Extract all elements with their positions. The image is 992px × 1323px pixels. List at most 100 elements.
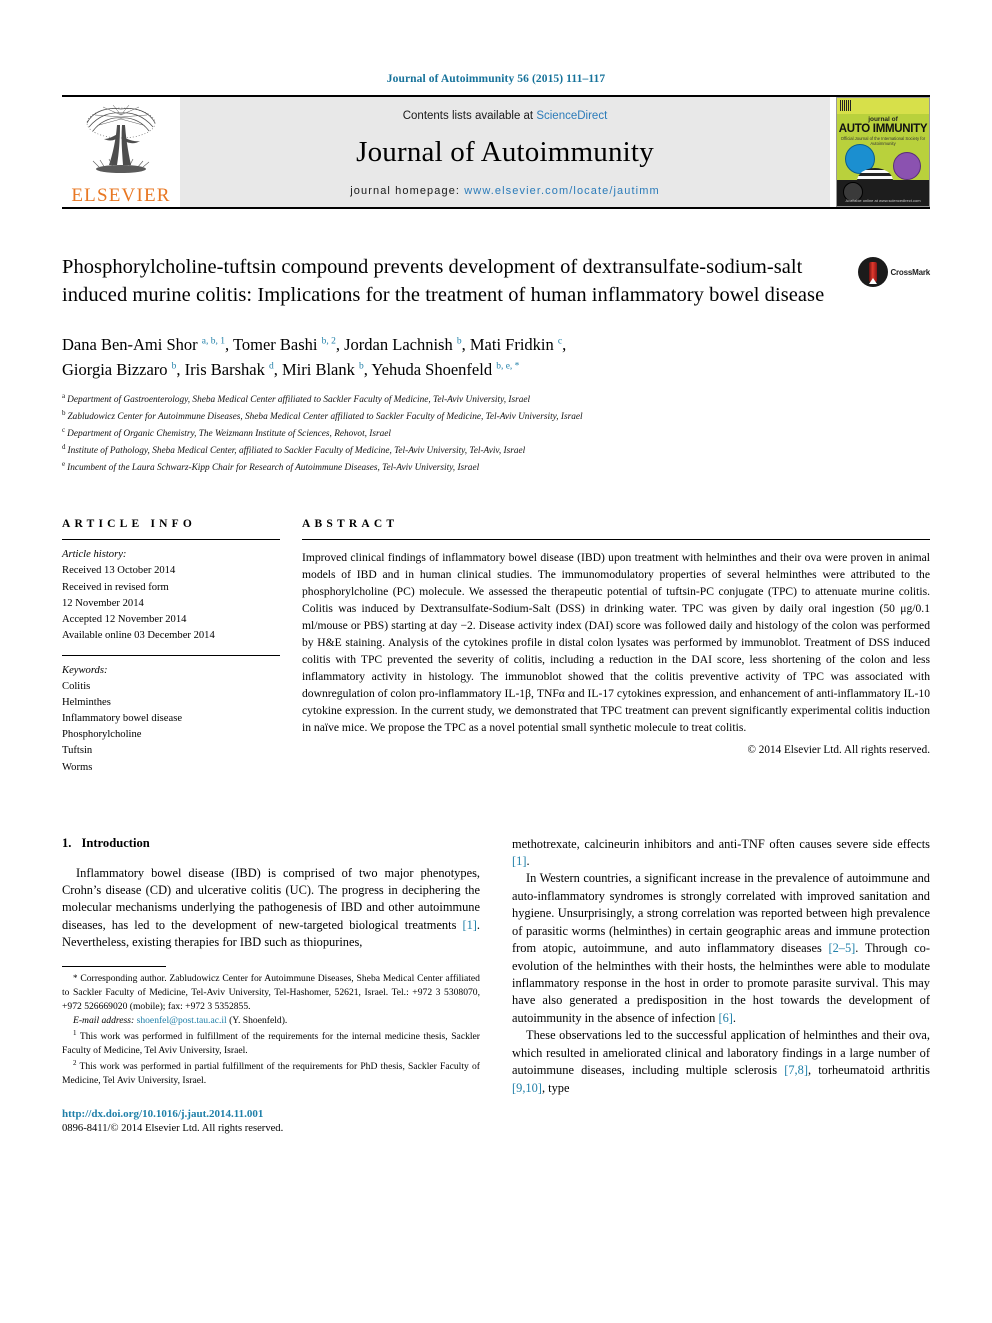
affiliation-item: a Department of Gastroenterology, Sheba M… bbox=[62, 391, 930, 408]
affiliation-mark: e bbox=[62, 460, 66, 469]
sciencedirect-link[interactable]: ScienceDirect bbox=[536, 110, 607, 122]
intro-paragraph-1-continued: methotrexate, calcineurin inhibitors and… bbox=[512, 836, 930, 871]
author-affil-marks: b, e, * bbox=[496, 361, 520, 372]
journal-title: Journal of Autoimmunity bbox=[356, 135, 654, 168]
crossmark-badge[interactable]: CrossMark bbox=[858, 257, 930, 287]
email-link[interactable]: shoenfel@post.tau.ac.il bbox=[137, 1015, 227, 1026]
footnote-2: 2 This work was performed in partial ful… bbox=[62, 1058, 480, 1088]
author-name: Jordan Lachnish bbox=[344, 334, 453, 354]
citation-ref[interactable]: [1] bbox=[512, 854, 526, 868]
affiliation-mark: b bbox=[62, 408, 66, 417]
article-info-heading: ARTICLE INFO bbox=[62, 518, 197, 531]
footnote-1-mark: 1 bbox=[73, 1028, 77, 1037]
cover-footer-text: Available online at www.sciencedirect.co… bbox=[845, 198, 921, 203]
affiliation-text: Zabludowicz Center for Autoimmune Diseas… bbox=[67, 411, 583, 422]
email-label: E-mail address: bbox=[73, 1014, 135, 1026]
footnote-1: 1 This work was performed in fulfillment… bbox=[62, 1028, 480, 1058]
intro-r1-part-b: . bbox=[526, 854, 530, 869]
author-name: Iris Barshak bbox=[184, 360, 265, 380]
doi-link[interactable]: http://dx.doi.org/10.1016/j.jaut.2014.11… bbox=[62, 1108, 480, 1120]
keyword-item: Tuftsin bbox=[62, 745, 93, 757]
affiliation-item: e Incumbent of the Laura Schwarz-Kipp Cha… bbox=[62, 459, 930, 476]
intro-paragraph-1: Inflammatory bowel disease (IBD) is comp… bbox=[62, 865, 480, 952]
author-affil-marks: b, 2 bbox=[321, 336, 336, 347]
footer-block: http://dx.doi.org/10.1016/j.jaut.2014.11… bbox=[62, 1108, 480, 1134]
cover-kicker: journal of bbox=[868, 116, 898, 123]
intro-paragraph-3: These observations led to the successful… bbox=[512, 1027, 930, 1097]
section-title-introduction: 1. Introduction bbox=[62, 836, 480, 851]
body-column-right: methotrexate, calcineurin inhibitors and… bbox=[512, 836, 930, 1134]
affiliation-item: b Zabludowicz Center for Autoimmune Disea… bbox=[62, 408, 930, 425]
page-title: Phosphorylcholine-tuftsin compound preve… bbox=[62, 256, 825, 307]
history-item: Available online 03 December 2014 bbox=[62, 629, 215, 641]
intro-r3-part-c: , type bbox=[541, 1080, 570, 1095]
author-entry: Iris Barshak d, bbox=[185, 360, 282, 379]
crossmark-area[interactable]: CrossMark bbox=[844, 253, 930, 287]
author-list: Dana Ben-Ami Shor a, b, 1, Tomer Bashi b… bbox=[62, 332, 930, 383]
crossmark-icon bbox=[858, 257, 889, 287]
barcode-icon bbox=[840, 100, 852, 111]
author-entry: Yehuda Shoenfeld b, e, * bbox=[371, 360, 519, 379]
author-name: Mati Fridkin bbox=[469, 334, 554, 354]
keyword-item: Colitis bbox=[62, 681, 91, 693]
masthead-bottom-rule bbox=[62, 207, 930, 209]
history-item: Accepted 12 November 2014 bbox=[62, 613, 187, 625]
abstract-column: ABSTRACT Improved clinical findings of i… bbox=[302, 518, 930, 775]
article-info-column: ARTICLE INFO Article history: Received 1… bbox=[62, 518, 280, 775]
author-affil-marks: a, b, 1 bbox=[201, 336, 225, 347]
footnote-1-text: This work was performed in fulfillment o… bbox=[62, 1030, 480, 1056]
citation-ref[interactable]: [7,8] bbox=[784, 1063, 808, 1077]
journal-homepage-line: journal homepage: www.elsevier.com/locat… bbox=[350, 185, 659, 197]
elsevier-wordmark: ELSEVIER bbox=[71, 185, 171, 206]
issn-copyright: 0896-8411/© 2014 Elsevier Ltd. All right… bbox=[62, 1123, 284, 1135]
citation-ref[interactable]: [1] bbox=[462, 918, 476, 932]
email-owner: (Y. Shoenfeld). bbox=[229, 1014, 288, 1026]
history-item: Received in revised form bbox=[62, 581, 169, 593]
intro-paragraph-2: In Western countries, a significant incr… bbox=[512, 870, 930, 1027]
author-sep: , bbox=[225, 334, 233, 354]
author-sep: , bbox=[176, 360, 185, 380]
citation-ref[interactable]: [6] bbox=[718, 1011, 732, 1025]
affiliation-list: a Department of Gastroenterology, Sheba M… bbox=[62, 391, 930, 477]
homepage-prefix: journal homepage: bbox=[350, 184, 465, 197]
keyword-item: Worms bbox=[62, 761, 93, 773]
affiliation-text: Institute of Pathology, Sheba Medical Ce… bbox=[67, 446, 526, 457]
journal-cover-thumbnail[interactable]: journal of AUTO IMMUNITY Official Journa… bbox=[836, 97, 930, 207]
journal-homepage-link[interactable]: www.elsevier.com/locate/jautimm bbox=[464, 185, 660, 197]
title-area: Phosphorylcholine-tuftsin compound preve… bbox=[62, 253, 930, 310]
affiliation-text: Incumbent of the Laura Schwarz-Kipp Chai… bbox=[67, 463, 480, 474]
contents-available-line: Contents lists available at ScienceDirec… bbox=[403, 110, 608, 122]
contents-prefix: Contents lists available at bbox=[402, 109, 537, 122]
running-head: Journal of Autoimmunity 56 (2015) 111–11… bbox=[386, 73, 606, 85]
article-history: Article history: Received 13 October 201… bbox=[62, 540, 280, 644]
footnote-2-text: This work was performed in partial fulfi… bbox=[62, 1061, 480, 1087]
citation-ref[interactable]: [2–5] bbox=[828, 941, 855, 955]
author-entry: Jordan Lachnish b, bbox=[344, 335, 470, 354]
asterisk-icon: * bbox=[73, 972, 78, 983]
author-name: Giorgia Bizzaro bbox=[62, 360, 168, 380]
intro-p1-part-a: Inflammatory bowel disease (IBD) is comp… bbox=[62, 865, 480, 932]
author-sep: , bbox=[335, 334, 345, 354]
crossmark-icon-arrow bbox=[869, 278, 878, 284]
citation-ref[interactable]: [9,10] bbox=[512, 1081, 542, 1095]
section-number: 1. bbox=[62, 835, 72, 850]
author-sep: , bbox=[562, 334, 567, 354]
crossmark-label: CrossMark bbox=[890, 267, 930, 277]
affiliation-item: c Department of Organic Chemistry, The We… bbox=[62, 425, 930, 442]
article-page: Journal of Autoimmunity 56 (2015) 111–11… bbox=[0, 0, 992, 1323]
affiliation-mark: d bbox=[62, 443, 66, 452]
keyword-item: Inflammatory bowel disease bbox=[62, 713, 183, 725]
elsevier-logo: ELSEVIER bbox=[62, 97, 180, 207]
masthead-center: Contents lists available at ScienceDirec… bbox=[180, 97, 830, 207]
affiliation-text: Department of Organic Chemistry, The Wei… bbox=[67, 429, 391, 440]
intro-r2-part-c: . bbox=[732, 1010, 737, 1025]
section-label: Introduction bbox=[81, 835, 150, 850]
corresponding-text: Corresponding author. Zabludowicz Center… bbox=[62, 972, 480, 1012]
affiliation-item: d Institute of Pathology, Sheba Medical C… bbox=[62, 442, 930, 459]
cover-circle-cell-2 bbox=[893, 152, 921, 180]
author-entry: Miri Blank b, bbox=[282, 360, 371, 379]
author-name: Miri Blank bbox=[282, 360, 355, 380]
author-name: Yehuda Shoenfeld bbox=[371, 360, 493, 380]
cover-subtitle: Official Journal of the International So… bbox=[840, 136, 926, 146]
abstract-rights: © 2014 Elsevier Ltd. All rights reserved… bbox=[747, 744, 931, 757]
